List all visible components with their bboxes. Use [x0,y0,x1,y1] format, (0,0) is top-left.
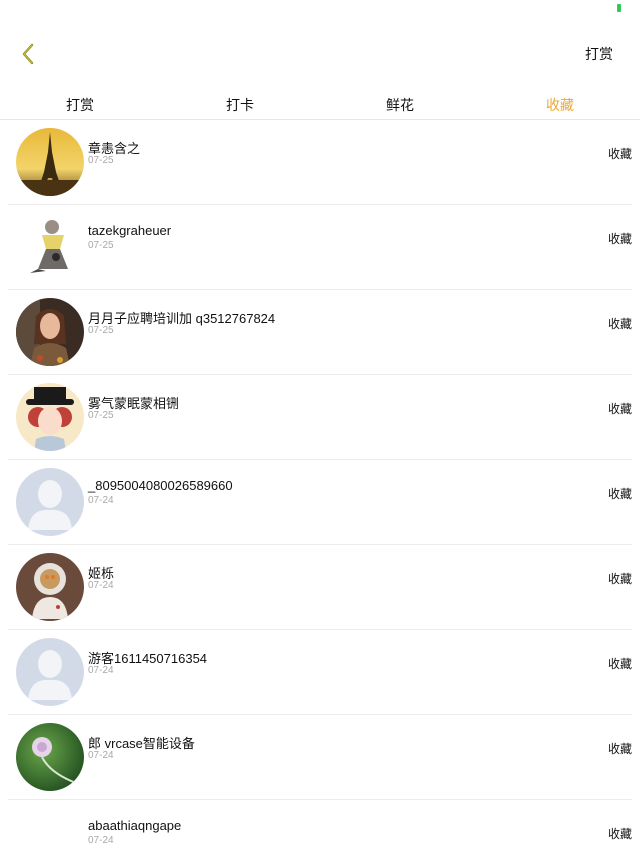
favorite-button[interactable]: 收藏 [608,145,632,162]
user-name: 月月子应聘培训加 q3512767824 [88,311,276,326]
avatar[interactable] [16,553,84,621]
favorite-button[interactable]: 收藏 [608,825,632,842]
item-date: 07-25 [88,410,114,421]
item-date: 07-24 [88,665,114,676]
chevron-left-icon [22,43,34,65]
list-item[interactable]: 姬栎 07-24 收藏 [8,545,632,630]
default-avatar-icon[interactable] [16,468,84,536]
list-item[interactable]: 雾气蒙眠蒙相铏 07-25 收藏 [8,375,632,460]
favorite-button[interactable]: 收藏 [608,485,632,502]
battery-icon [617,4,621,12]
user-name: _8095004080026589660 [88,478,233,493]
avatar[interactable] [16,128,84,196]
favorite-button[interactable]: 收藏 [608,400,632,417]
user-name: tazekgraheuer [88,223,172,238]
tab-bar: 打赏 打卡 鲜花 收藏 [0,90,640,120]
favorite-button[interactable]: 收藏 [608,570,632,587]
list-item[interactable]: 章恚含之 07-25 收藏 [8,120,632,205]
tab-checkin[interactable]: 打卡 [160,90,320,119]
list-item[interactable]: 月月子应聘培训加 q3512767824 07-25 收藏 [8,290,632,375]
avatar[interactable] [16,213,84,281]
favorite-button[interactable]: 收藏 [608,315,632,332]
nav-bar: 打赏 [0,20,640,86]
list-item[interactable]: tazekgraheuer 07-25 收藏 [8,205,632,290]
avatar[interactable] [16,383,84,451]
user-name: abaathiaqngape [88,818,182,833]
list-item[interactable]: abaathiaqngape 07-24 收藏 [8,800,632,853]
avatar[interactable] [16,723,84,791]
tab-favorites[interactable]: 收藏 [480,90,640,119]
item-date: 07-25 [88,325,114,336]
avatar[interactable] [16,808,84,853]
list-item[interactable]: 游客1611450716354 07-24 收藏 [8,630,632,715]
tab-flowers[interactable]: 鲜花 [320,90,480,119]
item-date: 07-24 [88,495,114,506]
back-button[interactable] [14,40,42,68]
list-item[interactable]: 郎 vrcase智能设备 07-24 收藏 [8,715,632,800]
item-date: 07-24 [88,750,114,761]
item-date: 07-24 [88,835,114,846]
tab-reward[interactable]: 打赏 [0,90,160,119]
default-avatar-icon[interactable] [16,638,84,706]
nav-reward-button[interactable]: 打赏 [585,44,613,64]
item-date: 07-24 [88,580,114,591]
favorite-button[interactable]: 收藏 [608,740,632,757]
list-item[interactable]: _8095004080026589660 07-24 收藏 [8,460,632,545]
item-date: 07-25 [88,155,114,166]
favorite-button[interactable]: 收藏 [608,655,632,672]
favorites-list: 章恚含之 07-25 收藏 tazekgraheuer 07-25 收藏 月月子… [0,120,640,853]
avatar[interactable] [16,298,84,366]
item-date: 07-25 [88,240,114,251]
favorite-button[interactable]: 收藏 [608,230,632,247]
status-bar [0,0,640,20]
